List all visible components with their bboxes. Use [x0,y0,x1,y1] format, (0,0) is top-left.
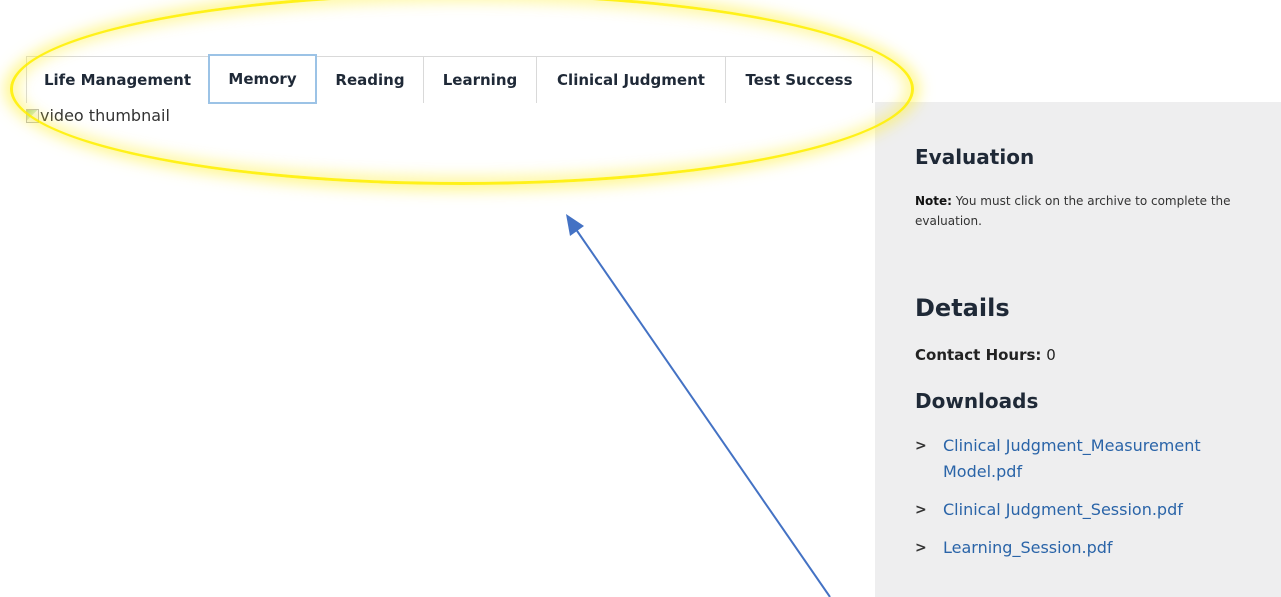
tab-bar: Life Management Memory Reading Learning … [26,54,873,104]
evaluation-title: Evaluation [915,145,1035,169]
tab-test-success[interactable]: Test Success [725,56,873,103]
download-link-label: Clinical Judgment_Measurement Model.pdf [943,436,1201,481]
chevron-right-icon: > [915,502,927,518]
video-thumbnail-alt-text: video thumbnail [40,106,170,125]
note-text: You must click on the archive to complet… [915,194,1231,228]
tab-learning[interactable]: Learning [423,56,537,103]
download-link-label: Clinical Judgment_Session.pdf [943,500,1183,519]
broken-image-icon [26,108,39,123]
chevron-right-icon: > [915,540,927,556]
contact-hours: Contact Hours: 0 [915,346,1056,364]
arrow-head-icon [566,214,584,236]
download-link[interactable]: > Clinical Judgment_Session.pdf [915,497,1255,523]
note-label: Note: [915,194,952,208]
evaluation-note: Note: You must click on the archive to c… [915,191,1245,231]
tab-memory[interactable]: Memory [208,54,317,104]
contact-hours-value: 0 [1046,346,1056,364]
details-title: Details [915,294,1010,322]
downloads-list: > Clinical Judgment_Measurement Model.pd… [915,433,1255,573]
download-link-label: Learning_Session.pdf [943,538,1113,557]
download-link[interactable]: > Learning_Session.pdf [915,535,1255,561]
contact-hours-label: Contact Hours: [915,346,1042,364]
arrow-shaft [572,224,831,597]
tab-reading[interactable]: Reading [316,56,424,103]
video-thumbnail[interactable]: video thumbnail [26,106,170,125]
details-sidebar: Evaluation Note: You must click on the a… [875,102,1281,597]
chevron-right-icon: > [915,438,927,454]
tab-clinical-judgment[interactable]: Clinical Judgment [536,56,726,103]
download-link[interactable]: > Clinical Judgment_Measurement Model.pd… [915,433,1255,485]
downloads-title: Downloads [915,389,1039,413]
tab-life-management[interactable]: Life Management [26,56,209,103]
